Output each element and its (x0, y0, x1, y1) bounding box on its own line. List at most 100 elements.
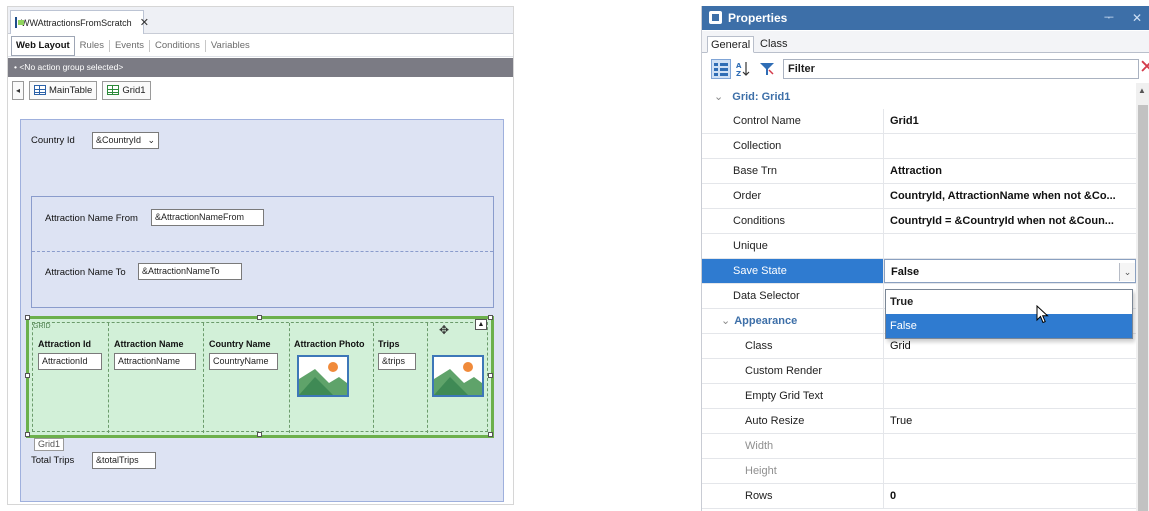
image-placeholder-icon[interactable] (432, 355, 484, 397)
grid-cell-trips[interactable]: &trips (378, 353, 416, 370)
breadcrumb-maintable[interactable]: MainTable (29, 80, 98, 100)
categorized-view-icon[interactable] (711, 59, 731, 79)
property-row[interactable]: Auto Resize True (702, 409, 1136, 434)
tab-class[interactable]: Class (757, 36, 791, 53)
resize-handle[interactable] (25, 432, 30, 437)
property-value[interactable] (884, 134, 1136, 158)
image-placeholder-svg (434, 357, 482, 395)
property-value[interactable] (884, 359, 1136, 383)
tab-rules[interactable]: Rules (75, 39, 110, 52)
grid-cell-attraction-id[interactable]: AttractionId (38, 353, 102, 370)
resize-handle[interactable] (257, 432, 262, 437)
breadcrumb-grid1[interactable]: Grid1 (102, 80, 151, 100)
property-row[interactable]: Empty Grid Text (702, 384, 1136, 409)
breadcrumb-back-icon[interactable]: ◂ (12, 80, 24, 100)
chevron-down-icon[interactable]: ⌄ (714, 91, 723, 103)
property-row[interactable]: Unique (702, 234, 1136, 259)
property-name: Rows (702, 484, 884, 508)
scroll-up-icon[interactable]: ▲ (1138, 86, 1146, 95)
collapse-icon[interactable]: ▲ (475, 319, 487, 330)
total-trips-label: Total Trips (31, 455, 75, 466)
grid-column-country-name[interactable]: Country Name CountryName (204, 323, 290, 433)
save-state-select[interactable]: False ⌄ (884, 259, 1136, 283)
close-tab-icon[interactable]: ✕ (140, 16, 149, 29)
filter-input[interactable]: Filter (783, 59, 1139, 79)
property-value[interactable] (884, 434, 1136, 458)
property-name: Control Name (702, 109, 884, 133)
property-value[interactable]: CountryId = &CountryId when not &Coun... (884, 209, 1136, 233)
resize-handle[interactable] (257, 315, 262, 320)
property-row[interactable]: Rows 0 (702, 484, 1136, 509)
property-value[interactable] (884, 234, 1136, 258)
property-row[interactable]: Control Name Grid1 (702, 109, 1136, 134)
country-id-label: Country Id (31, 135, 75, 146)
total-trips-field[interactable]: &totalTrips (92, 452, 156, 469)
move-handle-icon[interactable]: ✥ (439, 323, 449, 337)
property-name: Order (702, 184, 884, 208)
property-row[interactable]: Width (702, 434, 1136, 459)
filters-table[interactable]: Attraction Name From &AttractionNameFrom… (31, 196, 494, 308)
resize-handle[interactable] (488, 373, 493, 378)
grid-column-attraction-id[interactable]: Attraction Id AttractionId (33, 323, 109, 433)
document-tab-title: WWAttractionsFromScratch (21, 17, 132, 28)
image-placeholder-icon[interactable] (297, 355, 349, 397)
chevron-down-icon[interactable]: ⌄ (721, 315, 730, 327)
property-row[interactable]: Order CountryId, AttractionName when not… (702, 184, 1136, 209)
scrollbar-thumb[interactable] (1138, 105, 1148, 511)
property-value[interactable]: CountryId, AttractionName when not &Co..… (884, 184, 1136, 208)
dropdown-arrow-icon[interactable]: ⌄ (1119, 263, 1135, 281)
country-id-combo[interactable]: &CountryId ⌄ (92, 132, 159, 149)
property-value[interactable]: True (884, 409, 1136, 433)
country-id-combo-value: &CountryId (96, 135, 142, 145)
property-value[interactable] (884, 459, 1136, 483)
dropdown-option-true[interactable]: True (886, 290, 1132, 314)
property-row[interactable]: Collection (702, 134, 1136, 159)
dropdown-option-false[interactable]: False (886, 314, 1132, 338)
resize-handle[interactable] (25, 373, 30, 378)
property-row[interactable]: Custom Render (702, 359, 1136, 384)
vertical-scrollbar[interactable]: ▲ (1136, 83, 1149, 511)
filter-funnel-icon[interactable] (757, 59, 777, 79)
attraction-name-from-field[interactable]: &AttractionNameFrom (151, 209, 264, 226)
property-value[interactable] (884, 384, 1136, 408)
tab-general[interactable]: General (707, 36, 755, 53)
save-state-dropdown-list[interactable]: True False (885, 289, 1133, 339)
alphabetical-sort-icon[interactable]: A Z (733, 59, 753, 79)
tab-web-layout[interactable]: Web Layout (11, 35, 75, 56)
tab-variables[interactable]: Variables (206, 40, 255, 52)
property-value[interactable]: Attraction (884, 159, 1136, 183)
property-name: Conditions (702, 209, 884, 233)
clear-filter-icon[interactable]: ✕ (1139, 57, 1149, 79)
properties-title-bar: Properties ᅮ ✕ (702, 6, 1149, 30)
attraction-name-to-field[interactable]: &AttractionNameTo (138, 263, 242, 280)
action-group-bar[interactable]: • <No action group selected> (8, 58, 513, 77)
save-state-value: False (891, 266, 920, 278)
tab-conditions[interactable]: Conditions (150, 39, 206, 52)
pin-icon[interactable]: ᅮ (1104, 6, 1114, 30)
section-grid1[interactable]: ⌄ Grid: Grid1 (702, 85, 1136, 109)
close-icon[interactable]: ✕ (1132, 6, 1142, 30)
property-value[interactable]: Grid1 (884, 109, 1136, 133)
grid-cell-country-name[interactable]: CountryName (209, 353, 278, 370)
main-table-canvas[interactable]: Country Id &CountryId ⌄ Attraction Name … (20, 119, 504, 502)
property-row-save-state[interactable]: Save State False ⌄ (702, 259, 1136, 284)
resize-handle[interactable] (488, 315, 493, 320)
document-tab[interactable]: WWAttractionsFromScratch ✕ (10, 10, 149, 34)
property-row[interactable]: Height (702, 459, 1136, 484)
property-row[interactable]: Conditions CountryId = &CountryId when n… (702, 209, 1136, 234)
grid-column-image[interactable] (428, 323, 489, 433)
grid-column-attraction-name[interactable]: Attraction Name AttractionName (109, 323, 204, 433)
resize-handle[interactable] (488, 432, 493, 437)
chevron-down-icon: ⌄ (147, 135, 155, 145)
property-row[interactable]: Base Trn Attraction (702, 159, 1136, 184)
tab-events[interactable]: Events (110, 39, 151, 52)
grid-column-trips[interactable]: Trips &trips (374, 323, 428, 433)
grid1-control[interactable]: GRID Attraction Id AttractionId Attracti… (25, 315, 494, 438)
property-name: Width (702, 434, 884, 458)
grid-cell-attraction-name[interactable]: AttractionName (114, 353, 196, 370)
property-value[interactable]: 0 (884, 484, 1136, 508)
attraction-name-to-label: Attraction Name To (45, 267, 126, 278)
grid-header-attraction-photo: Attraction Photo (294, 339, 365, 349)
grid-column-attraction-photo[interactable]: Attraction Photo (290, 323, 374, 433)
resize-handle[interactable] (25, 315, 30, 320)
